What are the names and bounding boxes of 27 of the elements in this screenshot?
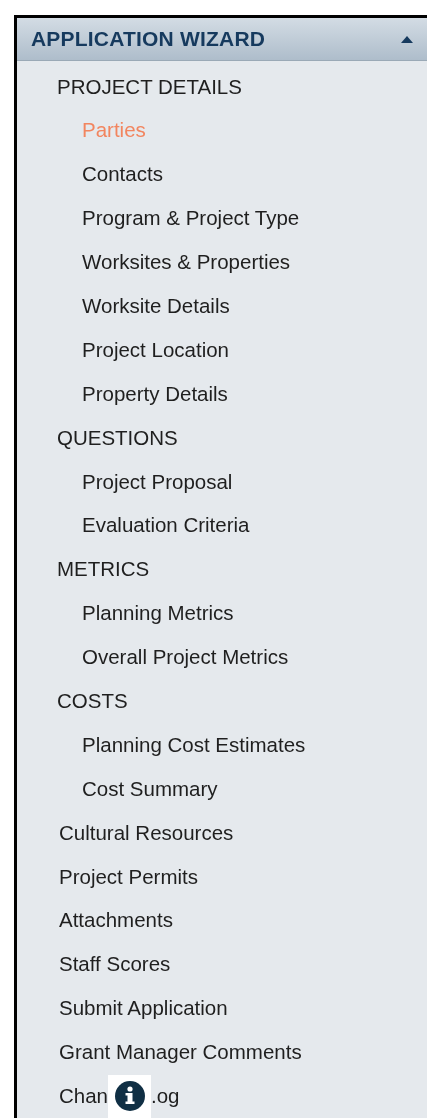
collapse-icon[interactable] [401,35,413,43]
nav-link[interactable]: Worksites & Properties [82,247,291,278]
nav-link[interactable]: Cultural Resources [59,817,234,849]
nav-link[interactable]: Project Permits [59,861,198,893]
nav-link[interactable]: Submit Application [59,993,228,1024]
nav-link[interactable]: Planning Metrics [82,598,234,629]
nav-link[interactable]: Cost Summary [82,773,218,805]
section-heading: QUESTIONS [57,424,178,451]
nav-link[interactable]: Property Details [82,378,228,410]
section-heading: COSTS [57,688,128,715]
nav-link[interactable]: Staff Scores [59,949,171,981]
nav-link[interactable]: Worksite Details [82,291,230,322]
nav-link[interactable]: Planning Cost Estimates [82,729,306,761]
nav-link[interactable]: Grant Manager Comments [59,1037,302,1068]
nav-link[interactable]: Evaluation Criteria [82,510,250,542]
nav-link[interactable]: Attachments [59,905,173,937]
section-heading: PROJECT DETAILS [57,73,242,100]
nav-link[interactable]: Chan [59,1081,108,1112]
info-icon[interactable] [108,1074,151,1118]
nav-link[interactable]: Program & Project Type [82,203,300,234]
nav-link[interactable]: Project Location [82,334,229,366]
section-heading: METRICS [57,556,150,583]
nav-link[interactable]: Project Proposal [82,466,233,498]
nav-link[interactable]: Contacts [82,159,163,191]
nav-link[interactable]: Overall Project Metrics [82,642,289,673]
panel-title: APPLICATION WIZARD [31,26,266,53]
nav-link[interactable]: .og [151,1081,180,1112]
